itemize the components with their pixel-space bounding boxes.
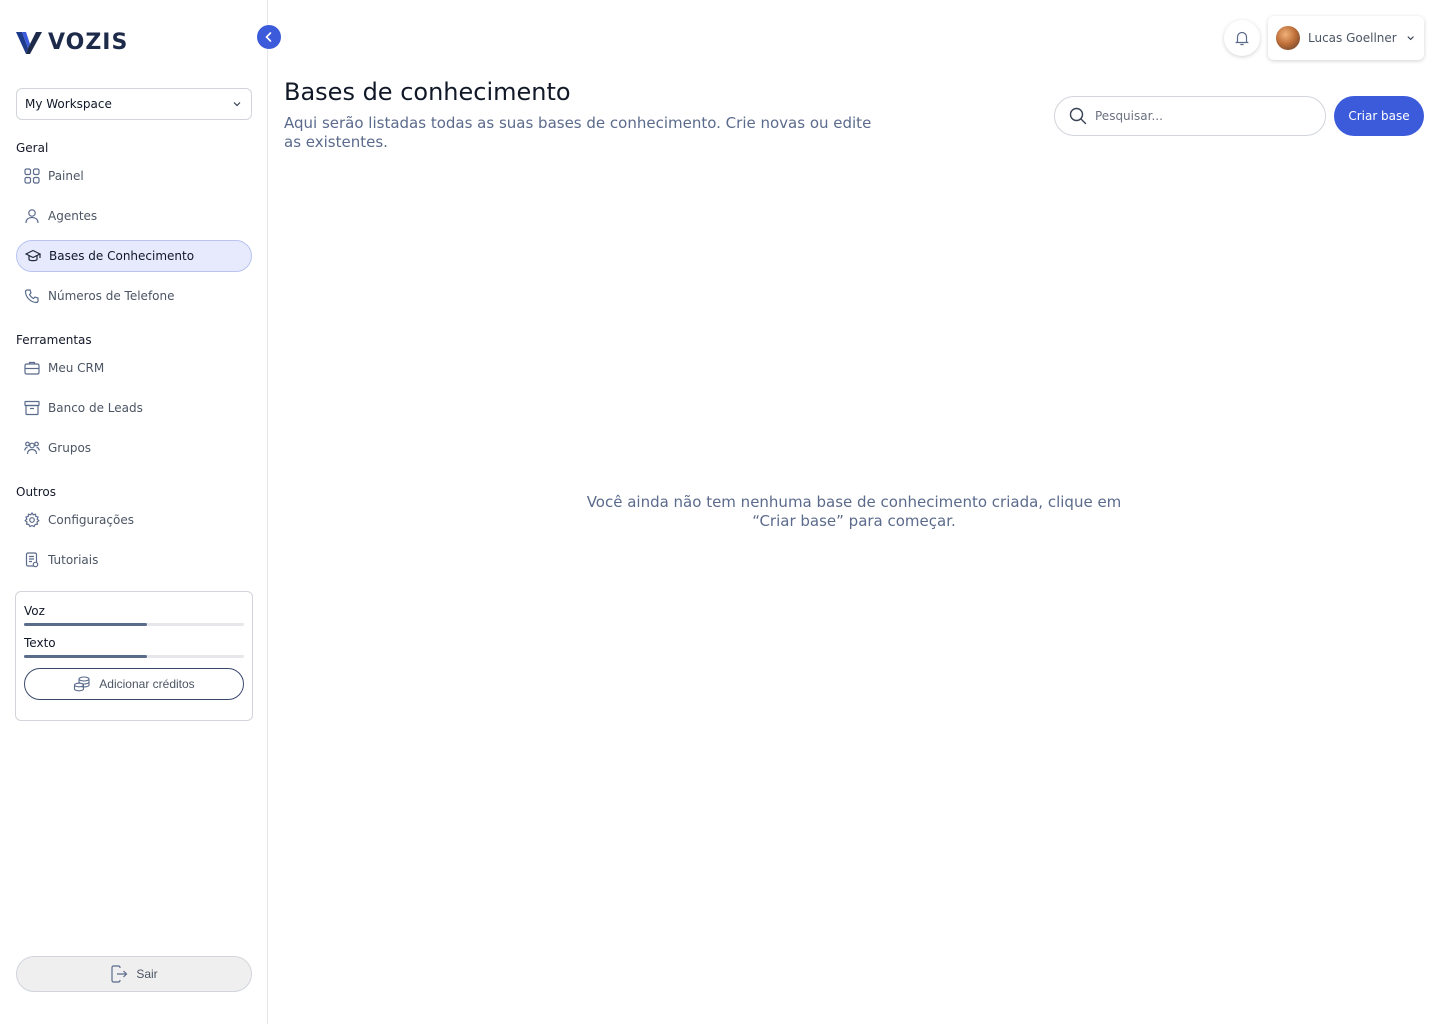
voice-credit-label: Voz xyxy=(24,604,45,618)
add-credits-button[interactable]: Adicionar créditos xyxy=(24,668,244,700)
workspace-select[interactable]: My Workspace xyxy=(16,88,252,120)
document-icon xyxy=(24,552,40,568)
sidebar-item-label: Agentes xyxy=(48,209,98,223)
vozis-logo-icon xyxy=(16,31,42,54)
collapse-sidebar-button[interactable] xyxy=(257,25,281,49)
logout-button[interactable]: Sair xyxy=(16,956,252,992)
sidebar-item-numeros-de-telefone[interactable]: Números de Telefone xyxy=(16,280,252,312)
brand-logo[interactable]: VOZIS xyxy=(16,30,128,55)
sidebar-item-label: Painel xyxy=(48,169,84,183)
add-credits-label: Adicionar créditos xyxy=(99,677,195,691)
sidebar-item-label: Meu CRM xyxy=(48,361,105,375)
archive-icon xyxy=(24,400,40,416)
sidebar-item-banco-de-leads[interactable]: Banco de Leads xyxy=(16,392,252,424)
sidebar-item-painel[interactable]: Painel xyxy=(16,160,252,192)
brand-name: VOZIS xyxy=(48,30,129,55)
notifications-button[interactable] xyxy=(1224,20,1260,56)
user-name: Lucas Goellner xyxy=(1308,31,1397,45)
sidebar-item-configuracoes[interactable]: Configurações xyxy=(16,504,252,536)
chevron-down-icon xyxy=(233,102,241,107)
chevron-left-icon xyxy=(265,32,272,42)
sidebar-item-label: Bases de Conhecimento xyxy=(49,249,195,263)
coins-icon xyxy=(74,676,90,692)
users-icon xyxy=(24,440,40,456)
nav-section-title: Ferramentas xyxy=(16,333,92,347)
briefcase-icon xyxy=(24,360,40,376)
sidebar-item-label: Banco de Leads xyxy=(48,401,143,415)
chevron-down-icon xyxy=(1407,36,1414,41)
nav-section-title: Geral xyxy=(16,141,49,155)
avatar xyxy=(1276,26,1300,50)
user-icon xyxy=(24,208,40,224)
bell-icon xyxy=(1235,31,1249,46)
grid-icon xyxy=(24,168,40,184)
sidebar-item-tutoriais[interactable]: Tutoriais xyxy=(16,544,252,576)
sidebar-item-label: Tutoriais xyxy=(48,553,99,567)
sidebar-item-grupos[interactable]: Grupos xyxy=(16,432,252,464)
logout-label: Sair xyxy=(136,967,158,981)
logout-icon xyxy=(111,965,128,983)
nav-section-title: Outros xyxy=(16,485,57,499)
search-icon xyxy=(1069,107,1087,125)
voice-credit-bar xyxy=(24,623,244,626)
text-credit-bar xyxy=(24,655,244,658)
sidebar-item-agentes[interactable]: Agentes xyxy=(16,200,252,232)
sidebar-item-label: Grupos xyxy=(48,441,92,455)
empty-state-message: Você ainda não tem nenhuma base de conhe… xyxy=(586,493,1122,530)
sidebar: VOZIS My Workspace Geral Painel Agentes … xyxy=(0,0,268,1024)
page-title: Bases de conhecimento xyxy=(284,78,571,106)
sidebar-item-meu-crm[interactable]: Meu CRM xyxy=(16,352,252,384)
sidebar-item-bases-de-conhecimento[interactable]: Bases de Conhecimento xyxy=(16,240,252,272)
graduation-cap-icon xyxy=(25,248,41,264)
search-box[interactable] xyxy=(1054,96,1326,136)
create-base-button[interactable]: Criar base xyxy=(1334,96,1424,136)
credits-panel: Voz Texto Adicionar créditos xyxy=(15,591,253,721)
sidebar-item-label: Configurações xyxy=(48,513,134,527)
voice-credit-bar-fill xyxy=(24,623,148,626)
phone-icon xyxy=(24,288,40,304)
text-credit-label: Texto xyxy=(24,636,56,650)
user-menu[interactable]: Lucas Goellner xyxy=(1268,16,1424,60)
search-input[interactable] xyxy=(1095,109,1295,123)
page-subtitle: Aqui serão listadas todas as suas bases … xyxy=(284,114,872,151)
text-credit-bar-fill xyxy=(24,655,148,658)
workspace-selected-value: My Workspace xyxy=(25,97,112,111)
sidebar-item-label: Números de Telefone xyxy=(48,289,175,303)
gear-icon xyxy=(24,512,40,528)
